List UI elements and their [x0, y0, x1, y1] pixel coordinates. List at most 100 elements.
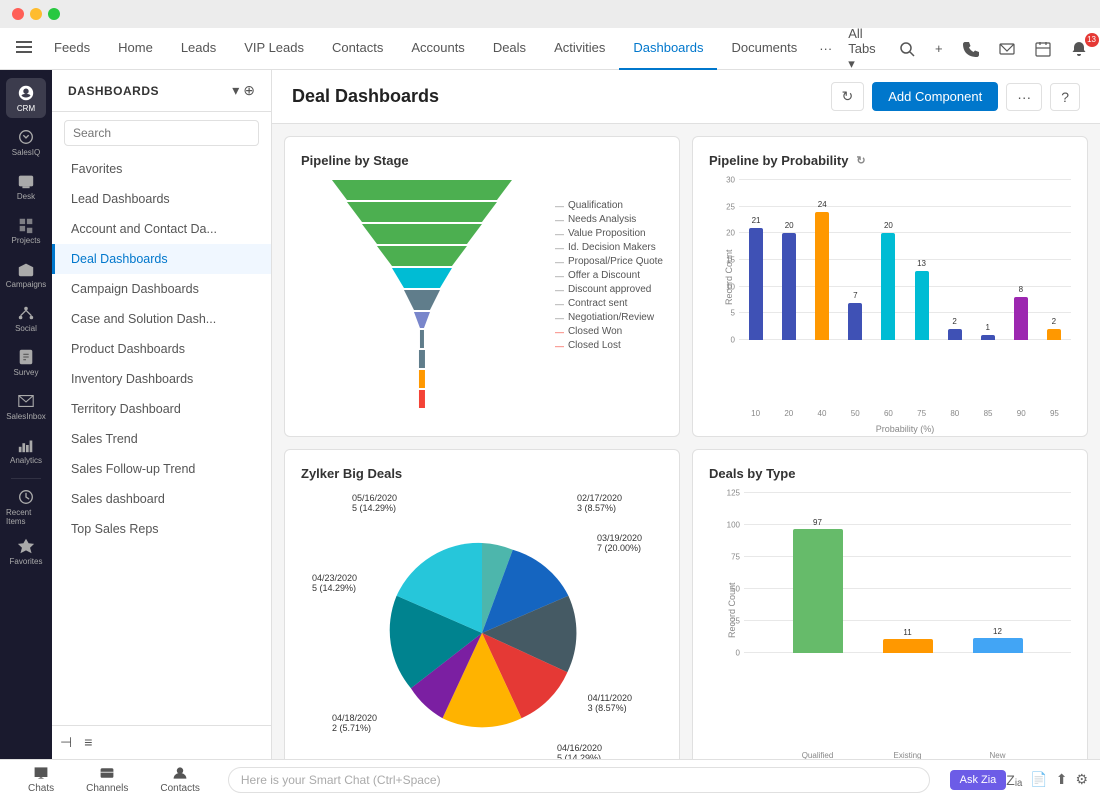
all-tabs-button[interactable]: All Tabs ▾ [840, 22, 887, 76]
bottom-icon-1[interactable]: Zᵢₐ [1006, 772, 1022, 788]
legend-qualification: — Qualification [555, 200, 663, 211]
sidebar-icon-projects[interactable]: Projects [6, 210, 46, 250]
content-area: Deal Dashboards ↻ Add Component ··· ? Pi… [272, 70, 1100, 759]
nav-tab-dashboards[interactable]: Dashboards [619, 28, 717, 70]
bar-75-teal [915, 271, 929, 340]
sidebar-icon-desk[interactable]: Desk [6, 166, 46, 206]
sidebar-item-territory-dashboard[interactable]: Territory Dashboard [52, 394, 271, 424]
deals-chart-area: 0 25 50 75 100 125 97 [744, 493, 1071, 653]
main: DASHBOARDS ▾ ⊕ Favorites Lead Dashboards… [52, 70, 1100, 759]
sidebar-icon-survey[interactable]: Survey [6, 342, 46, 382]
sidebar-item-sales-followup[interactable]: Sales Follow-up Trend [52, 454, 271, 484]
bottom-tab-contacts[interactable]: Contacts [144, 763, 215, 796]
bar-new-business: 12 [973, 493, 1023, 653]
smart-chat-input[interactable]: Here is your Smart Chat (Ctrl+Space) [228, 767, 930, 793]
sidebar-icon-crm[interactable]: CRM [6, 78, 46, 118]
nav-tab-leads[interactable]: Leads [167, 28, 230, 70]
deals-bars: 97 11 12 [744, 493, 1071, 653]
dashboard-grid: Pipeline by Stage [272, 124, 1100, 759]
bar-group-40: 24 [807, 180, 837, 340]
sidebar-icon-favorites[interactable]: Favorites [6, 531, 46, 571]
ask-zia-button[interactable]: Ask Zia [950, 770, 1007, 790]
deals-by-type-card: Deals by Type Record Count 0 25 50 75 10… [692, 449, 1088, 759]
nav-tab-documents[interactable]: Documents [717, 28, 811, 70]
x-axis-title: Probability (%) [739, 424, 1071, 434]
sidebar-icon-analytics[interactable]: Analytics [6, 430, 46, 470]
plus-button[interactable]: + [927, 37, 951, 60]
bottom-icon-3[interactable]: ⬆ [1056, 771, 1068, 788]
nav-tab-vip-leads[interactable]: VIP Leads [230, 28, 318, 70]
sidebar-item-campaign-dashboards[interactable]: Campaign Dashboards [52, 274, 271, 304]
sidebar-item-case-solution[interactable]: Case and Solution Dash... [52, 304, 271, 334]
content-header: Deal Dashboards ↻ Add Component ··· ? [272, 70, 1100, 124]
bar-90-purple [1014, 297, 1028, 340]
notifications-button[interactable]: 13 [1063, 37, 1095, 61]
nav-tab-home[interactable]: Home [104, 28, 167, 70]
chart-area: 0 5 10 15 20 25 30 [739, 180, 1071, 340]
sidebar-icon-salesinbox[interactable]: SalesInbox [6, 386, 46, 426]
left-sidebar: DASHBOARDS ▾ ⊕ Favorites Lead Dashboards… [52, 70, 272, 759]
sidebar-item-sales-trend[interactable]: Sales Trend [52, 424, 271, 454]
phone-button[interactable] [955, 37, 987, 61]
add-component-button[interactable]: Add Component [872, 82, 998, 111]
deals-by-type-title: Deals by Type [709, 466, 1071, 481]
bar-10-blue [749, 228, 763, 340]
legend-offer-discount: — Offer a Discount [555, 270, 663, 281]
pie-chart-wrapper: 02/17/20203 (8.57%) 03/19/20207 (20.00%)… [301, 493, 663, 759]
zylker-big-deals-card: Zylker Big Deals [284, 449, 680, 759]
sidebar-add-icon[interactable]: ⊕ [243, 82, 255, 99]
sidebar-item-product-dashboards[interactable]: Product Dashboards [52, 334, 271, 364]
nav-tab-feeds[interactable]: Feeds [40, 28, 104, 70]
close-button[interactable] [12, 8, 24, 20]
nav-tab-accounts[interactable]: Accounts [397, 28, 478, 70]
pie-chart-container: 02/17/20203 (8.57%) 03/19/20207 (20.00%)… [342, 493, 622, 759]
app-body: CRM SalesIQ Desk Projects Campaigns Soci… [0, 70, 1100, 759]
bottom-bar: Chats Channels Contacts Here is your Sma… [0, 759, 1100, 799]
bottom-tab-chats[interactable]: Chats [12, 763, 70, 796]
bar-85-blue [981, 335, 995, 340]
nav-tab-activities[interactable]: Activities [540, 28, 619, 70]
sidebar-icon-recent-items[interactable]: Recent Items [6, 487, 46, 527]
bottom-icon-4[interactable]: ⚙ [1075, 771, 1088, 788]
legend-value-proposition: — Value Proposition [555, 228, 663, 239]
sidebar-icon-social[interactable]: Social [6, 298, 46, 338]
bottom-icon-2[interactable]: 📄 [1030, 771, 1047, 788]
sidebar-divider [11, 478, 41, 479]
bottom-tab-channels[interactable]: Channels [70, 763, 144, 796]
nav-tabs: Feeds Home Leads VIP Leads Contacts Acco… [40, 28, 840, 70]
bar-group-95: 2 [1039, 180, 1069, 340]
calendar-button[interactable] [1027, 37, 1059, 61]
legend-proposal: — Proposal/Price Quote [555, 256, 663, 267]
bar-60-teal [881, 233, 895, 340]
sidebar-item-deal-dashboards[interactable]: Deal Dashboards [52, 244, 271, 274]
bar-qualified: 97 [793, 493, 843, 653]
sidebar-item-account-contact[interactable]: Account and Contact Da... [52, 214, 271, 244]
bar-group-85: 1 [973, 180, 1003, 340]
hamburger-icon[interactable] [8, 31, 40, 66]
mail-button[interactable] [991, 37, 1023, 61]
sidebar-icon-campaigns[interactable]: Campaigns [6, 254, 46, 294]
sidebar-collapse-icon[interactable]: ⊣ [60, 734, 72, 751]
refresh-button[interactable]: ↻ [831, 82, 865, 111]
sidebar-item-top-sales-reps[interactable]: Top Sales Reps [52, 514, 271, 544]
pie-label-0217: 02/17/20203 (8.57%) [577, 493, 622, 513]
sidebar-dropdown-icon[interactable]: ▾ [232, 82, 239, 99]
sidebar-item-lead-dashboards[interactable]: Lead Dashboards [52, 184, 271, 214]
search-input[interactable] [64, 120, 259, 146]
sidebar-icon-salesiq[interactable]: SalesIQ [6, 122, 46, 162]
nav-more-dots[interactable]: ··· [811, 41, 840, 56]
maximize-button[interactable] [48, 8, 60, 20]
help-button[interactable]: ? [1050, 83, 1080, 111]
minimize-button[interactable] [30, 8, 42, 20]
nav-tab-contacts[interactable]: Contacts [318, 28, 397, 70]
sidebar-item-inventory-dashboards[interactable]: Inventory Dashboards [52, 364, 271, 394]
sidebar-list-icon[interactable]: ≡ [84, 734, 92, 751]
search-button[interactable] [891, 37, 923, 61]
more-options-button[interactable]: ··· [1006, 83, 1042, 111]
page-title: Deal Dashboards [292, 86, 819, 107]
sidebar-item-favorites[interactable]: Favorites [52, 154, 271, 184]
sidebar-bottom: ⊣ ≡ [52, 725, 271, 759]
sidebar-item-sales-dashboard[interactable]: Sales dashboard [52, 484, 271, 514]
nav-tab-deals[interactable]: Deals [479, 28, 540, 70]
refresh-probability-icon[interactable]: ↻ [856, 154, 865, 167]
